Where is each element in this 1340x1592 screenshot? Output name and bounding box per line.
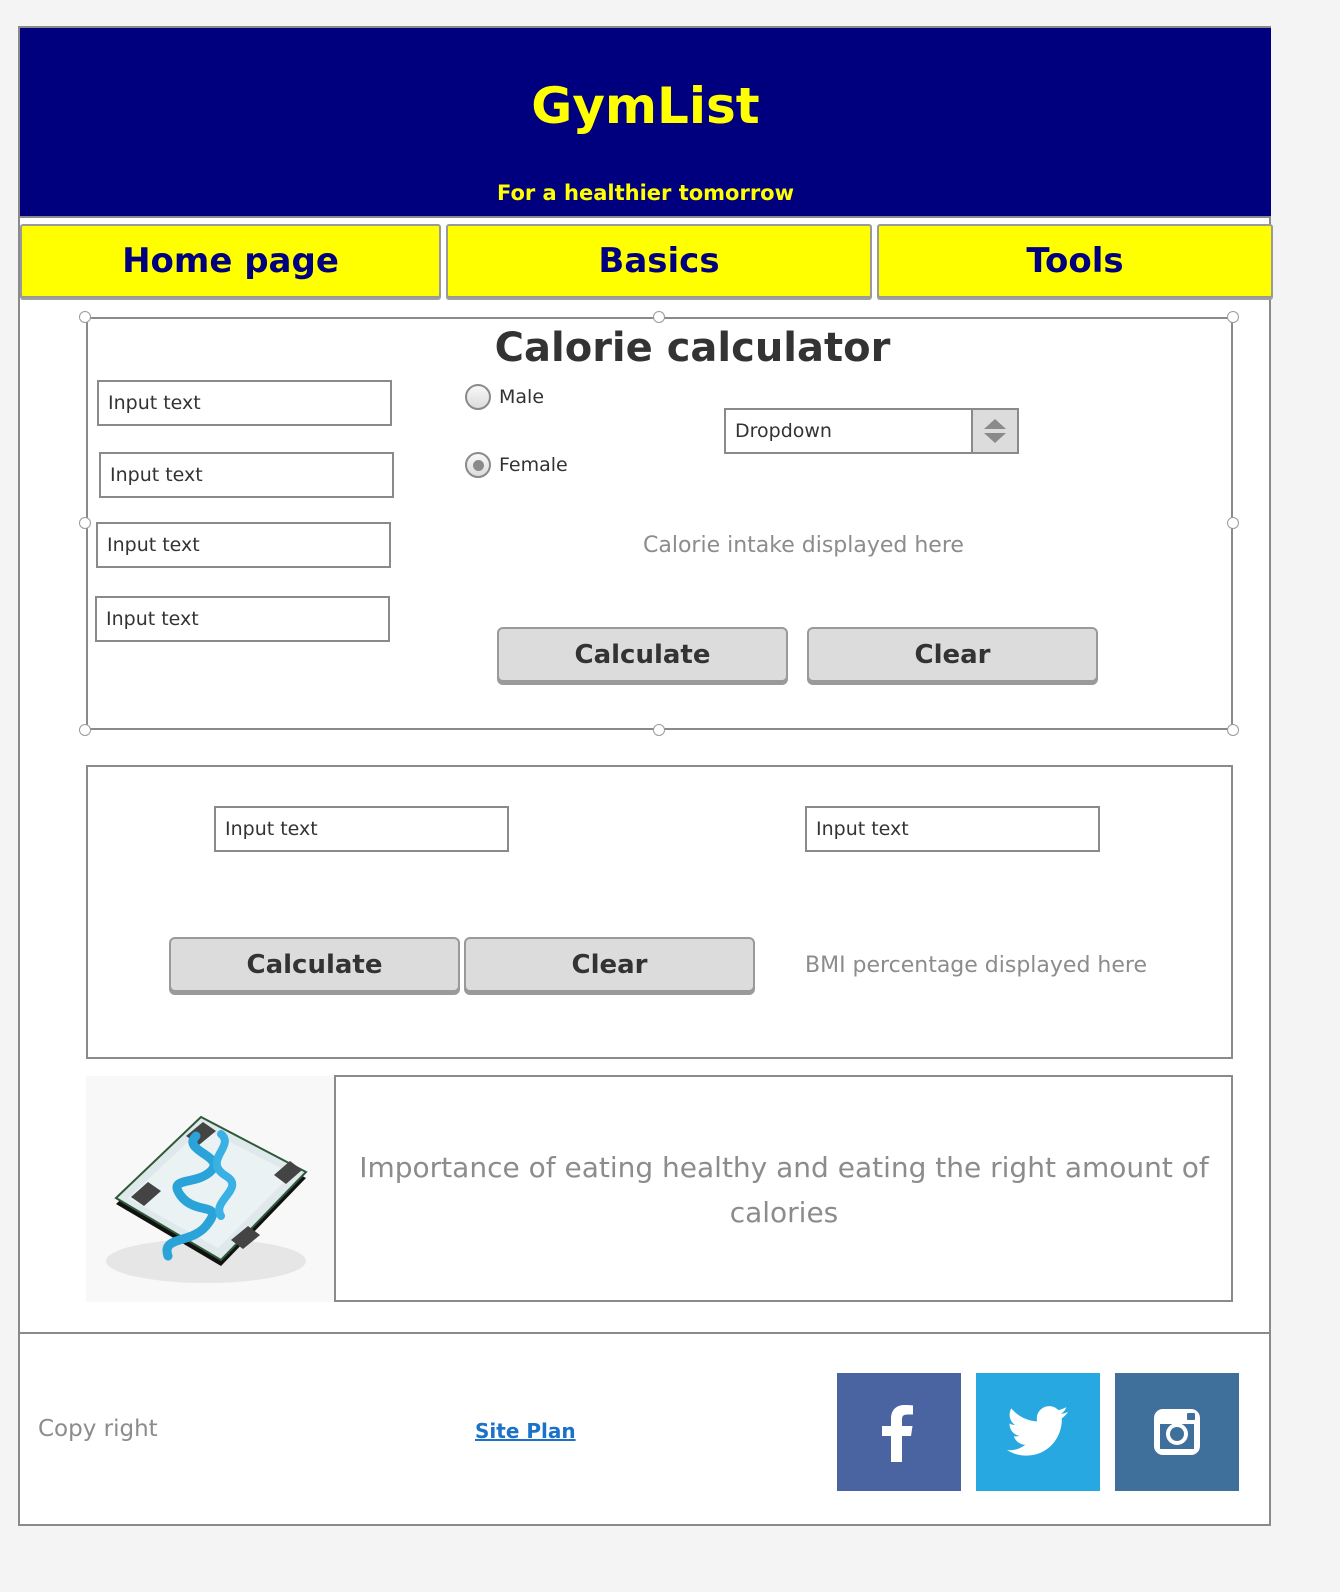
copyright-text: Copy right [38,1416,158,1442]
calorie-input-4[interactable] [95,596,390,642]
bmi-input-1[interactable] [214,806,509,852]
site-header: GymList For a healthier tomorrow [20,28,1271,218]
resize-handle[interactable] [653,724,665,736]
nav-tab-home-page[interactable]: Home page [20,224,441,298]
dropdown-spinner-button[interactable] [971,410,1017,452]
radio-female[interactable]: Female [465,452,568,478]
resize-handle[interactable] [1227,311,1239,323]
resize-handle[interactable] [79,517,91,529]
radio-male-label: Male [499,386,545,408]
resize-handle[interactable] [79,311,91,323]
calorie-clear-button[interactable]: Clear [807,627,1098,682]
activity-dropdown[interactable]: Dropdown [724,408,1019,454]
facebook-icon [882,1405,913,1462]
bmi-clear-button[interactable]: Clear [464,937,755,992]
calorie-input-3[interactable] [96,522,391,568]
resize-handle[interactable] [1227,517,1239,529]
radio-selected-dot [472,459,484,471]
instagram-icon [1154,1409,1200,1455]
dropdown-value: Dropdown [735,420,832,442]
calorie-input-2[interactable] [99,452,394,498]
nav-tab-basics[interactable]: Basics [446,224,872,298]
nav-tab-tools[interactable]: Tools [877,224,1273,298]
bmi-result-text: BMI percentage displayed here [805,953,1147,978]
resize-handle[interactable] [1227,724,1239,736]
calorie-calculate-button[interactable]: Calculate [497,627,788,682]
radio-female-label: Female [499,454,568,476]
scale-image [86,1076,334,1302]
resize-handle[interactable] [653,311,665,323]
facebook-button[interactable] [837,1373,961,1491]
radio-button-selected[interactable] [465,452,491,478]
site-title: GymList [531,77,760,135]
site-subtitle: For a healthier tomorrow [496,181,795,205]
footer-divider [20,1332,1271,1334]
resize-handle[interactable] [79,724,91,736]
bmi-calculate-button[interactable]: Calculate [169,937,460,992]
radio-male[interactable]: Male [465,384,544,410]
site-plan-link[interactable]: Site Plan [475,1419,576,1443]
twitter-icon [1007,1406,1068,1456]
instagram-button[interactable] [1115,1373,1239,1491]
calorie-result-text: Calorie intake displayed here [643,533,964,558]
bmi-input-2[interactable] [805,806,1100,852]
calorie-input-1[interactable] [97,380,392,426]
up-down-arrows-icon [984,419,1006,443]
twitter-button[interactable] [976,1373,1100,1491]
radio-button[interactable] [465,384,491,410]
calorie-calculator-title: Calorie calculator [494,325,891,371]
scale-with-tape-icon [86,1076,334,1302]
info-text: Importance of eating healthy and eating … [359,1151,1209,1229]
